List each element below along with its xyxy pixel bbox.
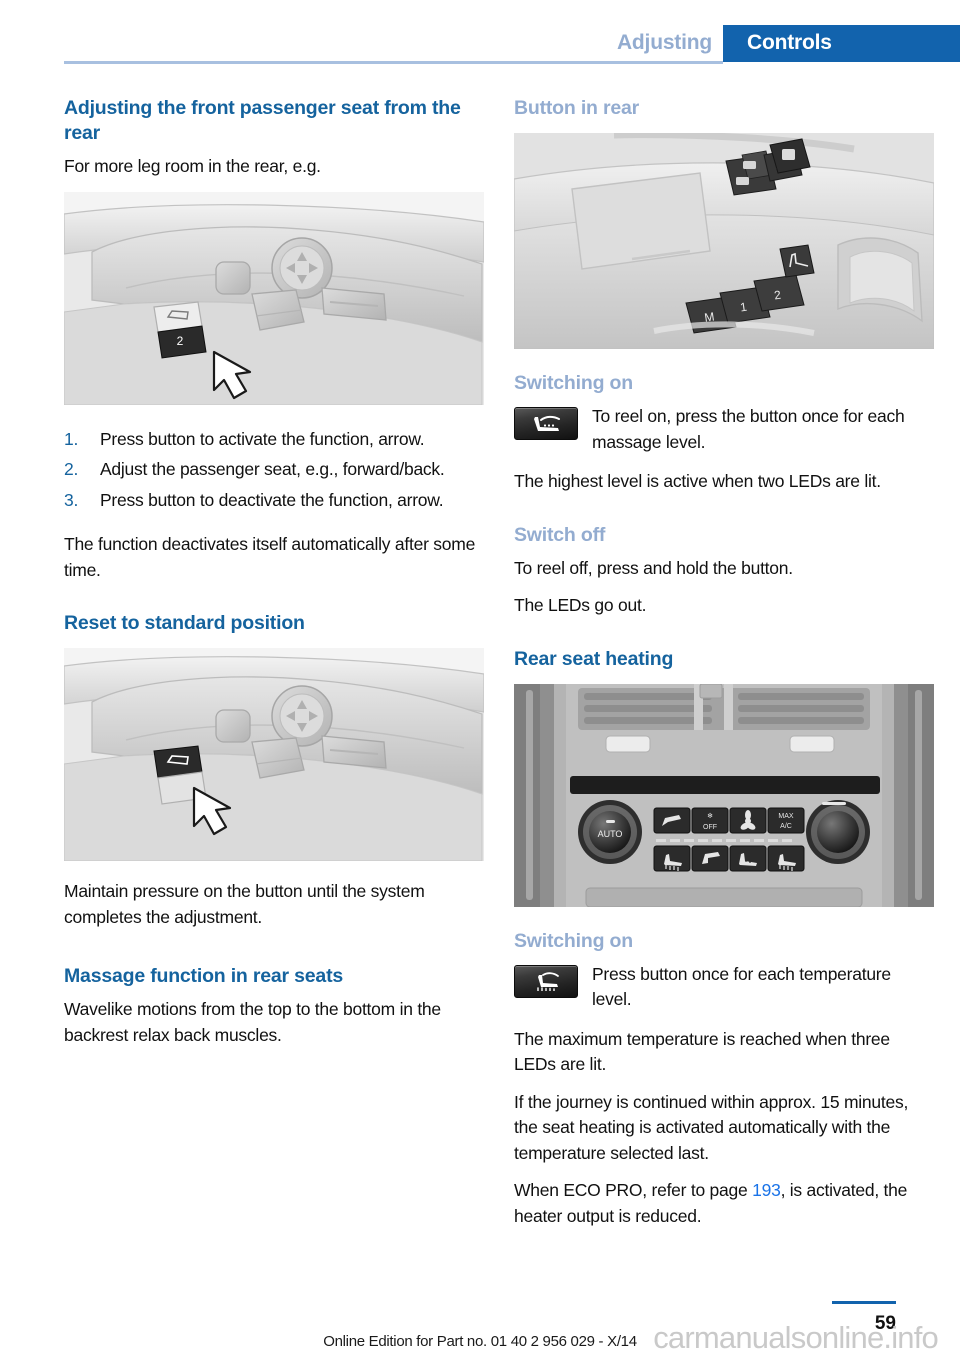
heating-auto-note: If the journey is continued within appro… [514, 1091, 909, 1163]
list-item: 3. Press button to deactivate the functi… [64, 488, 484, 514]
seat-controls-reset-illustration [64, 648, 484, 861]
massage-led-note: The highest level is active when two LED… [514, 471, 881, 491]
door-panel-illustration: M 1 2 [514, 133, 934, 349]
page-reference-link[interactable]: 193 [752, 1180, 781, 1200]
section-heading-rear-seat-heating: Rear seat heating [514, 647, 674, 670]
switch-off-line-1: To reel off, press and hold the button. [514, 557, 793, 578]
seat-massage-glyph [534, 415, 560, 431]
subheading-switching-on-heating: Switching on [514, 929, 633, 952]
page-header: Adjusting Controls [0, 0, 960, 64]
after-steps-paragraph: The function deactivates itself automati… [64, 534, 476, 580]
step-number: 1. [64, 428, 79, 449]
figure-seat-controls-reset [64, 648, 484, 861]
reset-paragraph: Maintain pressure on the button until th… [64, 881, 425, 927]
off-button-label: OFF [703, 824, 717, 831]
massage-intro-paragraph: Wavelike motions from the top to the bot… [64, 999, 441, 1045]
subheading-switch-off: Switch off [514, 523, 606, 546]
section-heading-massage: Massage function in rear seats [64, 965, 344, 987]
step-text: Adjust the passenger seat, e.g., forward… [100, 459, 445, 479]
header-section-label: Controls [747, 31, 832, 54]
climate-panel-illustration: AUTO ❄ OFF MAX A/C [514, 683, 934, 907]
seat-button-2-label: 2 [177, 334, 184, 348]
eco-pro-note: When ECO PRO, refer to page 193, is acti… [514, 1178, 934, 1229]
edition-notice: Online Edition for Part no. 01 40 2 956 … [323, 1333, 637, 1350]
subheading-switching-on-massage: Switching on [514, 372, 633, 394]
seat-heating-glyph [537, 972, 559, 991]
subheading-button-in-rear: Button in rear [514, 97, 640, 119]
footer-divider-rule [832, 1301, 896, 1304]
eco-pro-text-before: When ECO PRO, refer to page [514, 1180, 753, 1200]
figure-rear-climate-panel: AUTO ❄ OFF MAX A/C [514, 683, 934, 907]
right-column: Button in rear M 1 2 Switching on To ree… [514, 96, 934, 1229]
page-number: 59 [874, 1313, 896, 1334]
header-chapter-label: Adjusting [616, 31, 712, 54]
max-label: MAX [778, 813, 794, 820]
switch-off-line-2: The LEDs go out. [514, 595, 647, 615]
step-number: 3. [64, 489, 79, 510]
seat-controls-illustration: 2 [64, 191, 484, 405]
list-item: 1. Press button to activate the function… [64, 427, 484, 453]
heating-button-caption: Press button once for each temperature l… [592, 963, 891, 1010]
figure-seat-controls-activate: 2 [64, 191, 484, 405]
header-divider-rule [64, 61, 723, 64]
step-text: Press button to activate the function, a… [100, 428, 425, 449]
seat-massage-icon [514, 407, 578, 440]
seat-heating-icon [514, 964, 578, 998]
step-number: 2. [64, 459, 79, 479]
intro-paragraph: For more leg room in the rear, e.g. [64, 156, 321, 176]
section-heading-reset: Reset to standard position [64, 612, 305, 634]
numbered-steps-list: 1. Press button to activate the function… [64, 427, 484, 514]
heating-button-row: Press button once for each temperature l… [514, 962, 934, 1013]
massage-button-row: To reel on, press the button once for ea… [514, 404, 934, 455]
page-title: Adjusting the front passenger seat from … [64, 97, 461, 144]
step-text: Press button to deactivate the function,… [100, 489, 444, 510]
page-footer: 59 carmanualsonline.info Online Edition … [0, 1292, 960, 1362]
auto-knob-label: AUTO [598, 829, 623, 839]
list-item: 2. Adjust the passenger seat, e.g., forw… [64, 457, 484, 483]
left-column: Adjusting the front passenger seat from … [64, 96, 484, 1048]
heating-led-note: The maximum temperature is reached when … [514, 1028, 890, 1075]
ac-label: A/C [780, 823, 792, 830]
svg-text:❄: ❄ [707, 812, 713, 820]
figure-rear-door-panel: M 1 2 [514, 133, 934, 349]
massage-button-caption: To reel on, press the button once for ea… [592, 406, 905, 452]
